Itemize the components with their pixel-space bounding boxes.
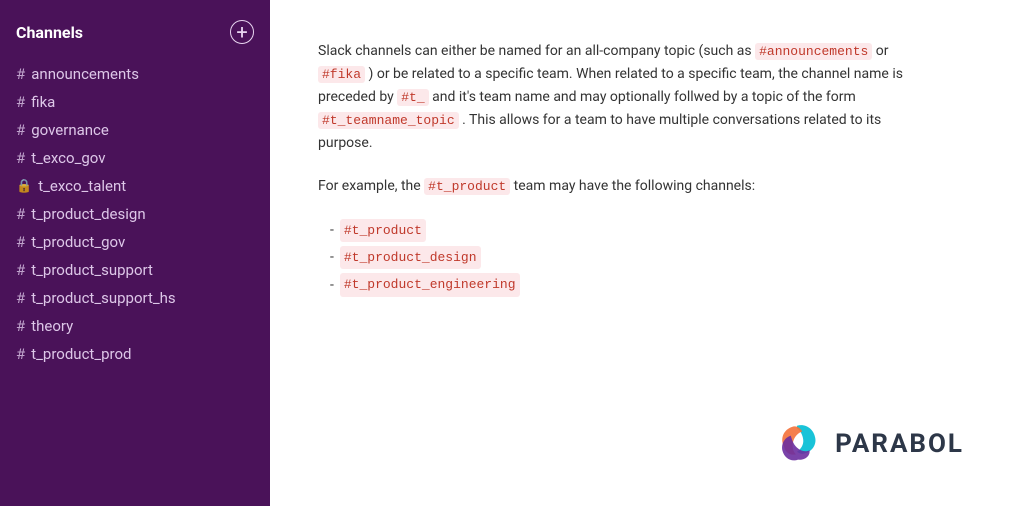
sidebar-channel-t_product_support[interactable]: # t_product_support xyxy=(0,256,270,284)
sidebar-channel-t_product_prod[interactable]: # t_product_prod xyxy=(0,340,270,368)
code-example-1: #t_product xyxy=(340,219,426,242)
sidebar-channel-t_exco_talent[interactable]: 🔒 t_exco_talent xyxy=(0,172,270,200)
channel-name: t_product_support_hs xyxy=(31,289,175,307)
sidebar-title: Channels xyxy=(16,23,83,42)
sidebar-channel-t_product_design[interactable]: # t_product_design xyxy=(0,200,270,228)
channel-name: t_exco_talent xyxy=(38,177,126,195)
code-announcements: #announcements xyxy=(755,43,872,60)
hash-icon: # xyxy=(16,289,25,307)
hash-icon: # xyxy=(16,121,25,139)
sidebar-channel-t_product_gov[interactable]: # t_product_gov xyxy=(0,228,270,256)
paragraph1-text-1: Slack channels can either be named for a… xyxy=(318,43,755,59)
hash-icon: # xyxy=(16,345,25,363)
add-channel-button[interactable]: + xyxy=(230,20,254,44)
channel-name: t_product_prod xyxy=(31,345,131,363)
example-list: #t_product #t_product_design #t_product_… xyxy=(318,219,938,297)
sidebar-channel-t_exco_gov[interactable]: # t_exco_gov xyxy=(0,144,270,172)
hash-icon: # xyxy=(16,93,25,111)
hash-icon: # xyxy=(16,261,25,279)
parabol-logo-area: PARABOL xyxy=(771,418,964,470)
hash-icon: # xyxy=(16,65,25,83)
hash-icon: # xyxy=(16,205,25,223)
sidebar-header: Channels + xyxy=(0,20,270,60)
sidebar: Channels + # announcements # fika # governanc… xyxy=(0,0,270,506)
code-example-3: #t_product_engineering xyxy=(340,273,520,296)
paragraph1-text-2: or xyxy=(876,43,889,59)
sidebar-channel-t_product_support_hs[interactable]: # t_product_support_hs xyxy=(0,284,270,312)
paragraph2-text-1: For example, the xyxy=(318,178,424,194)
sidebar-channel-announcements[interactable]: # announcements xyxy=(0,60,270,88)
example-item-3: #t_product_engineering xyxy=(330,273,938,296)
paragraph-2: For example, the #t_product team may hav… xyxy=(318,175,938,198)
channel-list: # announcements # fika # governance # t_exco_go… xyxy=(0,60,270,368)
paragraph-1: Slack channels can either be named for a… xyxy=(318,40,938,155)
sidebar-channel-fika[interactable]: # fika xyxy=(0,88,270,116)
lock-icon: 🔒 xyxy=(16,179,32,194)
channel-name: theory xyxy=(31,317,73,335)
channel-name: announcements xyxy=(31,65,139,83)
code-t-prefix: #t_ xyxy=(397,89,428,106)
code-example-2: #t_product_design xyxy=(340,246,481,269)
channel-name: t_product_gov xyxy=(31,233,125,251)
parabol-logo-icon xyxy=(771,418,823,470)
sidebar-channel-governance[interactable]: # governance xyxy=(0,116,270,144)
example-item-1: #t_product xyxy=(330,219,938,242)
channel-name: t_product_design xyxy=(31,205,145,223)
code-t-product: #t_product xyxy=(424,178,510,195)
code-fika: #fika xyxy=(318,66,365,83)
channel-name: t_product_support xyxy=(31,261,153,279)
hash-icon: # xyxy=(16,317,25,335)
main-content: Slack channels can either be named for a… xyxy=(270,0,1012,506)
code-t-teamname-topic: #t_teamname_topic xyxy=(318,112,459,129)
sidebar-channel-theory[interactable]: # theory xyxy=(0,312,270,340)
example-item-2: #t_product_design xyxy=(330,246,938,269)
paragraph2-text-2: team may have the following channels: xyxy=(514,178,755,194)
channel-name: t_exco_gov xyxy=(31,149,105,167)
hash-icon: # xyxy=(16,233,25,251)
parabol-brand-name: PARABOL xyxy=(835,429,964,459)
paragraph1-text-4: and it's team name and may optionally fo… xyxy=(432,89,856,105)
content-description: Slack channels can either be named for a… xyxy=(318,40,938,301)
hash-icon: # xyxy=(16,149,25,167)
channel-name: fika xyxy=(31,93,55,111)
channel-name: governance xyxy=(31,121,109,139)
